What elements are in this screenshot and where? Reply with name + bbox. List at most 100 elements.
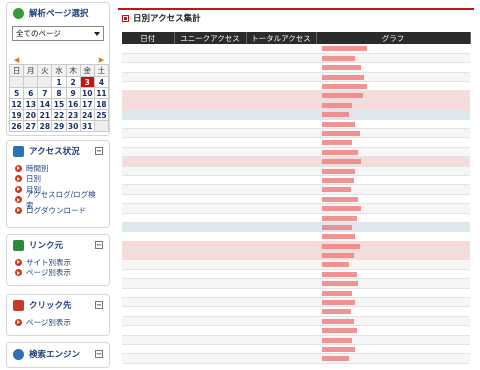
calendar-day[interactable]: 27 [23, 120, 39, 132]
cell-date[interactable] [122, 81, 174, 92]
cell-date[interactable] [122, 269, 174, 280]
table-row [122, 250, 470, 261]
collapse-button[interactable]: − [95, 350, 103, 358]
calendar-day[interactable]: 1 [51, 76, 67, 88]
cell-date[interactable] [122, 44, 174, 54]
calendar-day[interactable]: 19 [8, 109, 25, 121]
calendar-day[interactable]: 16 [65, 98, 81, 110]
cell-date[interactable] [122, 128, 174, 139]
cell-date[interactable] [122, 325, 174, 336]
cell-date[interactable] [122, 222, 174, 233]
cell-date[interactable] [122, 90, 174, 101]
cell-date[interactable] [122, 175, 174, 186]
cell-date[interactable] [122, 62, 174, 73]
menu-item-label: 時間別 [26, 163, 49, 173]
cell-date[interactable] [122, 194, 174, 205]
cell-date[interactable] [122, 156, 174, 167]
calendar-prev-button[interactable]: ◀ [9, 56, 24, 65]
calendar-day[interactable]: 21 [37, 109, 53, 121]
cell-date[interactable] [122, 241, 174, 252]
menu-item[interactable]: 日別 [15, 174, 103, 185]
calendar-day[interactable]: 11 [93, 87, 110, 99]
cell-date[interactable] [122, 119, 174, 130]
graph-bar [322, 102, 352, 108]
collapse-button[interactable]: − [95, 241, 103, 249]
graph-bar [322, 253, 354, 259]
calendar-day[interactable]: 3 [79, 76, 95, 88]
cell-date[interactable] [122, 72, 174, 83]
col-header-total[interactable]: トータルアクセス [246, 32, 317, 44]
cell-unique [174, 335, 246, 346]
page-select-value: 全てのページ [16, 29, 61, 38]
cell-date[interactable] [122, 306, 174, 317]
cell-total [246, 297, 316, 308]
cell-date[interactable] [122, 297, 174, 308]
col-header-unique[interactable]: ユニークアクセス [174, 32, 247, 44]
cell-date[interactable] [122, 316, 174, 327]
calendar-day[interactable]: 28 [37, 120, 53, 132]
cell-date[interactable] [122, 184, 174, 195]
menu-item[interactable]: アクセスログ/ログ検索 [15, 190, 103, 210]
menu-item[interactable]: サイト別表示 [15, 257, 103, 268]
calendar-day[interactable]: 13 [23, 98, 39, 110]
cell-date[interactable] [122, 288, 174, 299]
menu-item[interactable]: ページ別表示 [15, 317, 103, 328]
cell-date[interactable] [122, 203, 174, 214]
cell-date[interactable] [122, 335, 174, 346]
calendar-day[interactable]: 4 [93, 76, 110, 88]
col-header-date[interactable]: 日付 [122, 32, 175, 44]
calendar-day[interactable]: 15 [51, 98, 67, 110]
calendar-day[interactable]: 24 [79, 109, 95, 121]
cell-date[interactable] [122, 278, 174, 289]
calendar-day[interactable]: 12 [8, 98, 25, 110]
calendar-day[interactable]: 31 [79, 120, 95, 132]
calendar-day[interactable]: 7 [37, 87, 53, 99]
collapse-button[interactable]: − [95, 147, 103, 155]
cell-date[interactable] [122, 250, 174, 261]
calendar-day[interactable]: 25 [93, 109, 110, 121]
cell-date[interactable] [122, 166, 174, 176]
cell-date[interactable] [122, 231, 174, 242]
cell-date[interactable] [122, 147, 174, 158]
calendar-day[interactable]: 17 [79, 98, 95, 110]
graph-bar [322, 187, 351, 193]
menu-item[interactable]: ページ別表示 [15, 268, 103, 279]
menu-item[interactable]: 時間別 [15, 163, 103, 174]
calendar-day[interactable]: 18 [93, 98, 110, 110]
calendar-next-button[interactable]: ▶ [94, 56, 109, 65]
calendar-day[interactable]: 20 [23, 109, 39, 121]
calendar-day[interactable]: 30 [65, 120, 81, 132]
page-select-dropdown[interactable]: 全てのページ [12, 26, 104, 41]
search-title: 検索エンジン [29, 350, 81, 360]
calendar-day[interactable]: 22 [51, 109, 67, 121]
calendar-day[interactable]: 8 [51, 87, 67, 99]
calendar-day[interactable]: 6 [23, 87, 39, 99]
calendar-day[interactable]: 2 [65, 76, 81, 88]
cell-total [246, 62, 316, 73]
calendar-day[interactable]: 29 [51, 120, 67, 132]
cell-unique [174, 297, 246, 308]
cell-date[interactable] [122, 100, 174, 111]
cell-graph [316, 109, 470, 120]
graph-bar [322, 74, 364, 80]
calendar-day[interactable]: 26 [8, 120, 25, 132]
calendar-day[interactable]: 14 [37, 98, 53, 110]
cell-date[interactable] [122, 53, 174, 64]
menu-item-label: サイト別表示 [26, 257, 71, 267]
graph-bar [322, 159, 361, 165]
cell-date[interactable] [122, 137, 174, 148]
cell-date[interactable] [122, 344, 174, 355]
cell-date[interactable] [122, 259, 174, 270]
cell-date[interactable] [122, 109, 174, 120]
graph-bar [322, 112, 349, 118]
cell-graph [316, 137, 470, 148]
calendar-day[interactable]: 23 [65, 109, 81, 121]
cell-date[interactable] [122, 353, 174, 364]
graph-bar [322, 215, 357, 221]
calendar-day[interactable]: 10 [79, 87, 95, 99]
graph-bar [322, 309, 351, 315]
cell-date[interactable] [122, 213, 174, 223]
calendar-day[interactable]: 5 [8, 87, 25, 99]
calendar-day[interactable]: 9 [65, 87, 81, 99]
collapse-button[interactable]: − [95, 301, 103, 309]
